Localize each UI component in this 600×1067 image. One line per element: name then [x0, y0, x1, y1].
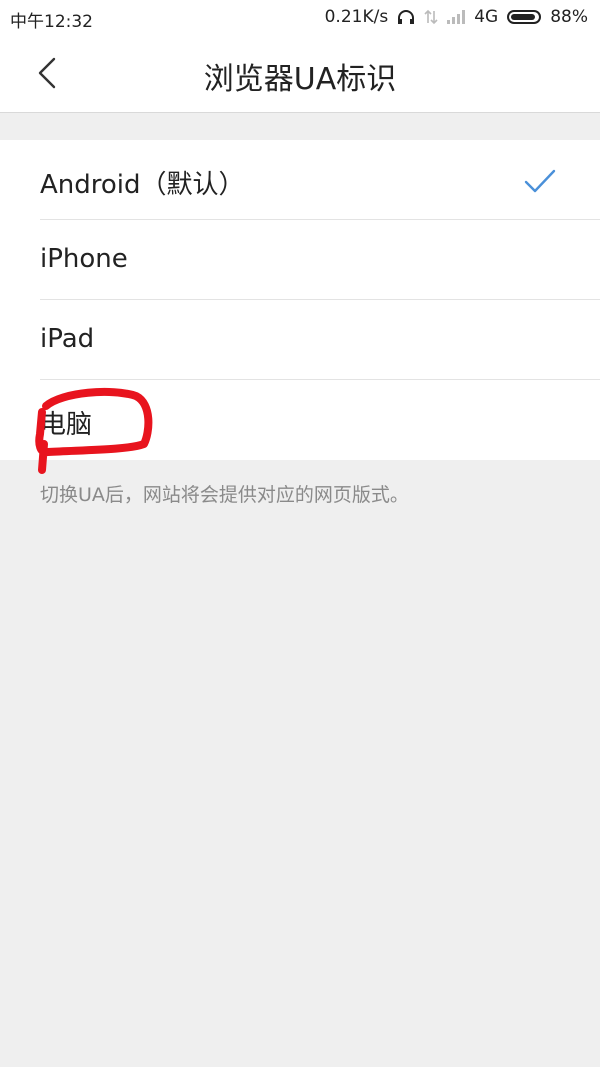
status-time: 中午12:32 — [10, 12, 93, 32]
signal-icon — [447, 10, 466, 24]
status-right: 0.21K/s 4G 88% — [325, 7, 588, 27]
ua-option-desktop[interactable]: 电脑 — [0, 380, 600, 460]
ua-option-ipad[interactable]: iPad — [0, 300, 600, 380]
header-bar: 浏览器UA标识 — [0, 34, 600, 113]
ua-option-label: 电脑 — [40, 410, 93, 440]
battery-icon — [507, 10, 542, 24]
data-transfer-icon — [424, 9, 438, 25]
ua-option-label: iPhone — [40, 244, 128, 274]
battery-level: 88% — [550, 7, 588, 27]
ua-option-label: iPad — [40, 324, 95, 354]
check-icon — [524, 169, 556, 193]
headphones-icon — [398, 10, 415, 24]
ua-option-list: Android（默认） iPhone iPad 电脑 — [0, 140, 600, 460]
ua-option-android[interactable]: Android（默认） — [0, 140, 600, 220]
ua-hint-text: 切换UA后，网站将会提供对应的网页版式。 — [40, 484, 409, 506]
status-bar: 中午12:32 0.21K/s 4G 88% — [0, 0, 600, 34]
ua-option-label: Android（默认） — [40, 170, 245, 200]
ua-option-iphone[interactable]: iPhone — [0, 220, 600, 300]
page-title: 浏览器UA标识 — [203, 62, 397, 97]
network-type: 4G — [474, 7, 499, 27]
net-speed: 0.21K/s — [324, 7, 389, 27]
